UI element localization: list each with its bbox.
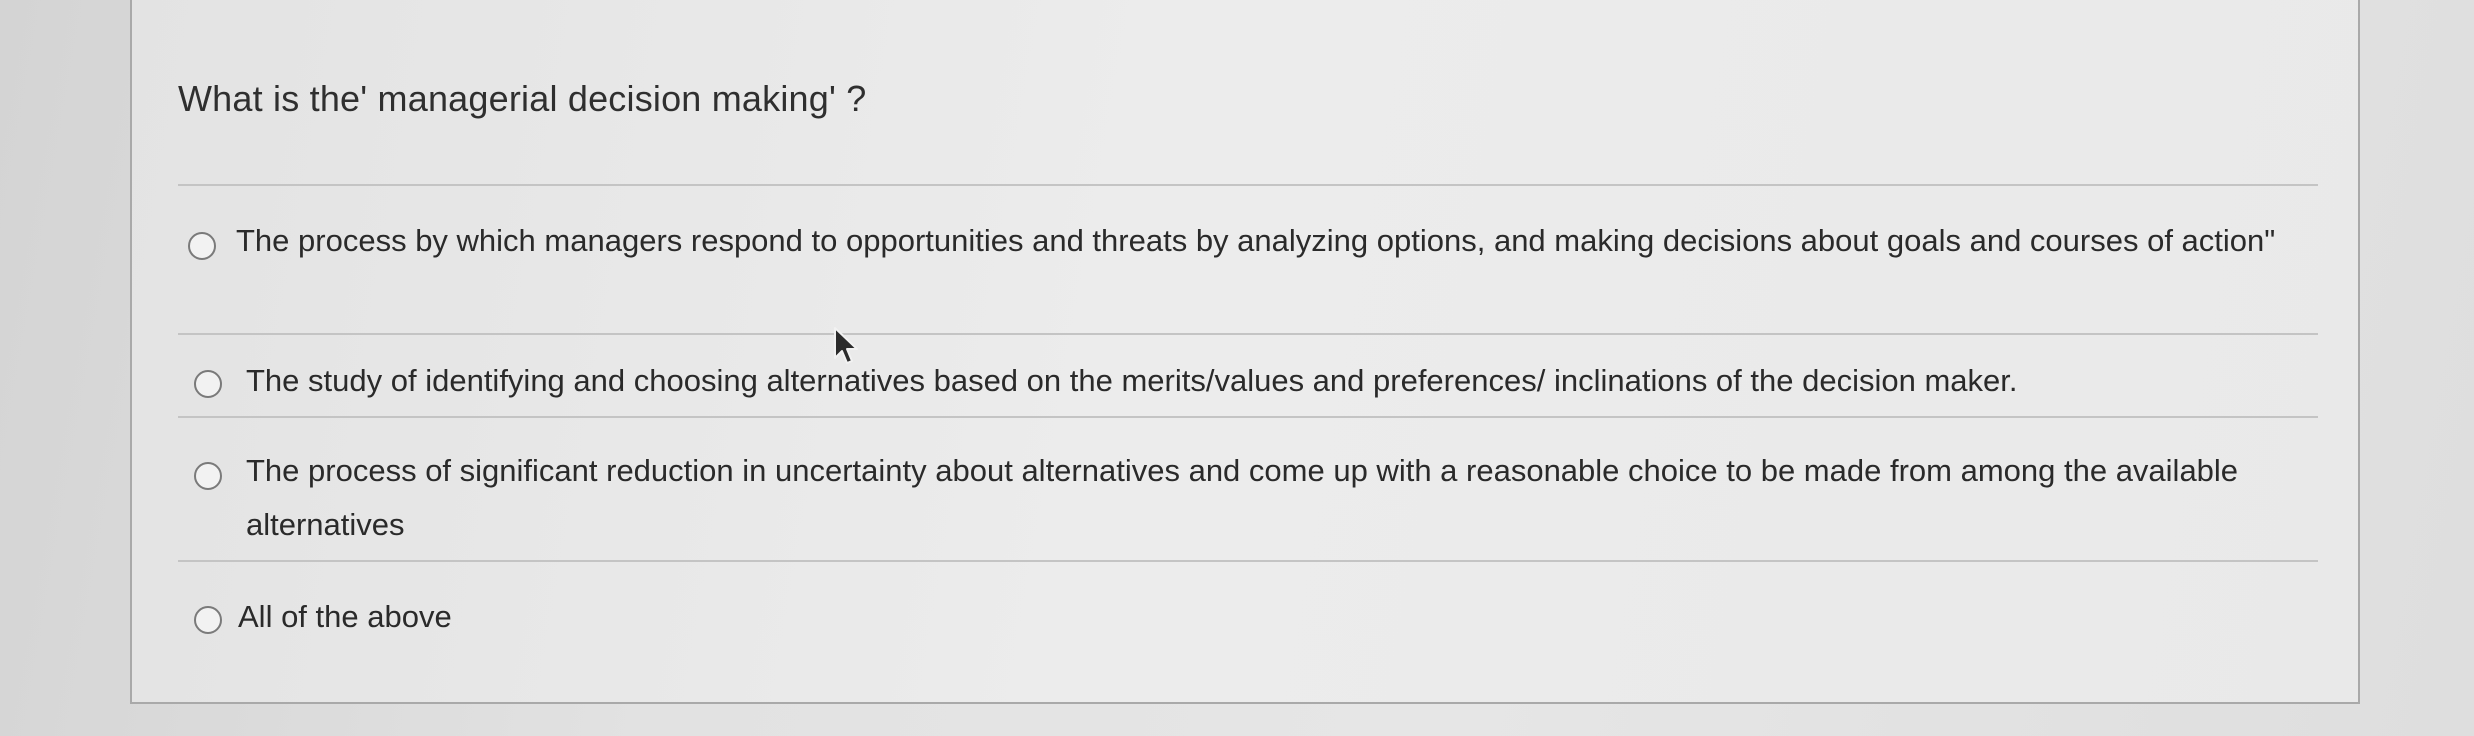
radio-button-icon[interactable]: [194, 370, 222, 398]
divider: [178, 416, 2318, 418]
question-card: What is the' managerial decision making'…: [130, 0, 2360, 704]
answer-option-label: The study of identifying and choosing al…: [246, 363, 2018, 398]
answer-option-label: All of the above: [238, 599, 452, 634]
screen: What is the' managerial decision making'…: [0, 0, 2474, 736]
answer-option-2[interactable]: The study of identifying and choosing al…: [188, 354, 2338, 414]
divider: [178, 333, 2318, 335]
answer-option-label: The process of significant reduction in …: [246, 453, 2239, 542]
radio-button-icon[interactable]: [194, 462, 222, 490]
divider: [178, 184, 2318, 186]
radio-button-icon[interactable]: [188, 232, 216, 260]
mouse-pointer-icon: [834, 327, 858, 364]
question-text: What is the' managerial decision making'…: [178, 78, 867, 119]
radio-button-icon[interactable]: [194, 606, 222, 634]
answer-option-3[interactable]: The process of significant reduction in …: [188, 444, 2338, 564]
divider: [178, 560, 2318, 562]
answer-option-4[interactable]: All of the above: [188, 590, 2338, 648]
answer-option-label: The process by which managers respond to…: [236, 223, 2276, 258]
answer-option-1[interactable]: The process by which managers respond to…: [188, 214, 2338, 334]
